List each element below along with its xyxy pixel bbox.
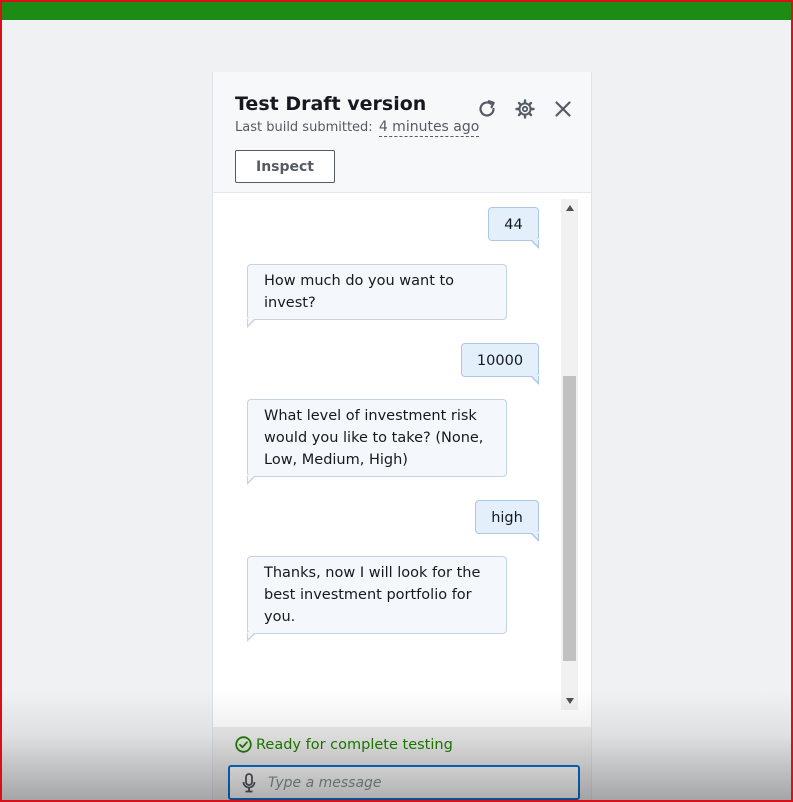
bubble-tail xyxy=(247,632,256,642)
scroll-down-arrow-icon[interactable] xyxy=(561,694,578,708)
message-input[interactable] xyxy=(268,771,568,795)
panel-header: Test Draft version Last build submitted:… xyxy=(213,72,591,193)
refresh-icon[interactable] xyxy=(476,98,498,120)
close-icon[interactable] xyxy=(552,98,574,120)
gear-icon[interactable] xyxy=(514,98,536,120)
status-indicator: Ready for complete testing xyxy=(235,736,453,753)
status-text: Ready for complete testing xyxy=(256,736,453,753)
bubble-tail xyxy=(247,318,256,328)
build-label: Last build submitted: xyxy=(235,120,373,135)
chat-scrollbar[interactable] xyxy=(561,199,578,710)
user-message: 10000 xyxy=(461,343,539,385)
microphone-icon[interactable] xyxy=(242,773,256,793)
bubble-tail xyxy=(530,532,539,542)
message-text: 10000 xyxy=(476,353,524,369)
message-text: 44 xyxy=(504,217,523,233)
panel-title: Test Draft version xyxy=(235,93,427,115)
message-input-box xyxy=(228,765,580,800)
bot-message: How much do you want to invest? xyxy=(247,264,507,328)
message-text: How much do you want to invest? xyxy=(264,273,455,311)
scroll-up-arrow-icon[interactable] xyxy=(561,201,578,215)
bubble-tail xyxy=(530,239,539,249)
user-message: 44 xyxy=(488,207,539,249)
test-draft-panel: Test Draft version Last build submitted:… xyxy=(212,72,592,802)
chat-transcript: 44 How much do you want to invest? 10000… xyxy=(213,194,563,712)
top-banner xyxy=(0,0,793,20)
scrollbar-thumb[interactable] xyxy=(563,376,576,661)
message-text: high xyxy=(491,510,523,526)
bot-message: Thanks, now I will look for the best inv… xyxy=(247,556,507,642)
inspect-button[interactable]: Inspect xyxy=(235,150,335,183)
message-text: What level of investment risk would you … xyxy=(264,408,484,468)
build-info: Last build submitted: 4 minutes ago xyxy=(235,119,480,137)
bot-message: What level of investment risk would you … xyxy=(247,399,507,485)
build-time[interactable]: 4 minutes ago xyxy=(378,119,480,137)
panel-footer: Ready for complete testing xyxy=(213,727,591,802)
bubble-tail xyxy=(247,475,256,485)
message-text: Thanks, now I will look for the best inv… xyxy=(264,565,481,625)
bubble-tail xyxy=(530,375,539,385)
check-circle-icon xyxy=(235,736,252,753)
user-message: high xyxy=(475,500,539,542)
